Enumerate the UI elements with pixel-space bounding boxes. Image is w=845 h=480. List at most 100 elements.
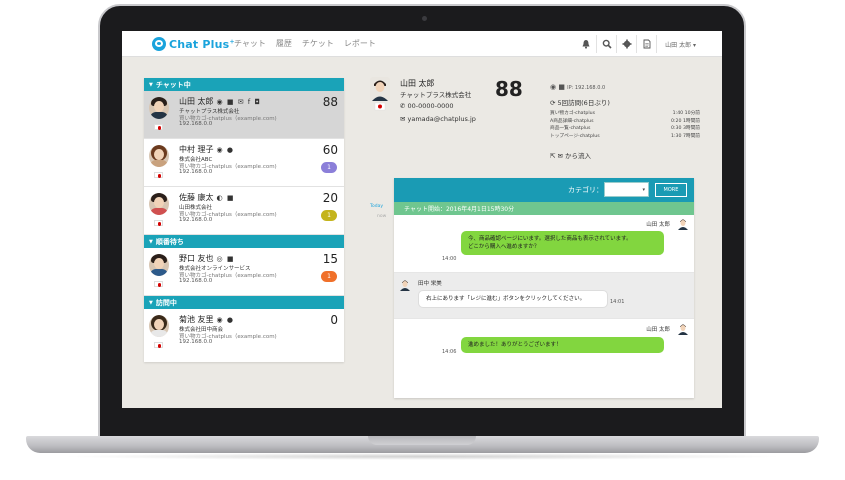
- detail-email[interactable]: ✉ yamada@chatplus.jp: [400, 115, 476, 123]
- avatar: [149, 315, 169, 337]
- top-navigation: Chat Plus+ チャット 履歴 チケット レポート 山田 太郎 ▾: [122, 31, 722, 57]
- visitor-row[interactable]: 佐藤 康太 ◐ ■ 山田株式会社 買い物カゴ-chatplus（example.c…: [144, 187, 344, 235]
- unread-badge: 1: [321, 162, 337, 173]
- laptop-shadow: [60, 453, 785, 460]
- page-history-item: A商品詳細-chatplus 0:20 1時間前: [550, 118, 700, 124]
- sender-avatar: [678, 323, 688, 335]
- refresh-icon: ⟳: [550, 99, 558, 107]
- nav-link-ticket[interactable]: チケット: [302, 38, 334, 49]
- nav-link-history[interactable]: 履歴: [276, 38, 292, 49]
- visitor-ip: 192.168.0.0: [179, 278, 213, 284]
- japan-flag-icon: [154, 124, 163, 130]
- device-icons: ◐ ■: [216, 194, 235, 202]
- search-icon[interactable]: [596, 35, 616, 53]
- avatar: [149, 254, 169, 276]
- gear-icon[interactable]: [616, 35, 636, 53]
- chat-start-bar: チャット開始：2016年4月1日15時30分: [394, 202, 694, 215]
- timeline-today: Today: [370, 204, 384, 209]
- visitor-row[interactable]: 野口 友也 ◎ ■ 株式会社オンラインサービス 買い物カゴ-chatplus（ex…: [144, 248, 344, 296]
- timeline-now: now: [377, 214, 387, 219]
- detail-referrer: ⇱ ✉ から流入: [550, 152, 592, 160]
- visitor-row[interactable]: 中村 理子 ◉ ● 株式会社ABC 買い物カゴ-chatplus（example.…: [144, 139, 344, 187]
- detail-visits: ⟳ 5回訪問(6日ぶり): [550, 99, 610, 107]
- message-sender: 山田 太郎: [646, 327, 670, 333]
- nav-right: 山田 太郎 ▾: [576, 35, 696, 53]
- detail-company: チャットプラス株式会社: [400, 91, 472, 99]
- visitor-score: 15: [322, 252, 338, 266]
- chatplus-logo[interactable]: Chat Plus+: [152, 36, 235, 52]
- section-label: 訪問中: [155, 298, 177, 307]
- device-icons: ◉ ●: [216, 316, 234, 324]
- section-label: 順番待ち: [155, 237, 184, 246]
- message-block: 田中 栄美 右上にあります「レジに進む」ボタンをクリックしてください。 14:0…: [394, 273, 694, 319]
- bell-icon[interactable]: [576, 35, 596, 53]
- logo-text: Chat Plus+: [169, 37, 235, 51]
- external-link-icon: ⇱ ✉: [550, 152, 566, 160]
- visitor-score: 60: [322, 143, 338, 157]
- detail-name: 山田 太郎: [400, 79, 435, 88]
- laptop-frame: Chat Plus+ チャット 履歴 チケット レポート 山田 太郎 ▾ ▼ チ…: [0, 0, 845, 480]
- message-sender: 山田 太郎: [646, 222, 670, 228]
- message-time: 14:00: [442, 256, 457, 262]
- visitor-detail: 山田 太郎 チャットプラス株式会社 ✆ 00-0000-0000 ✉ yamad…: [370, 73, 710, 173]
- section-header-chatting[interactable]: ▼ チャット中: [144, 78, 344, 91]
- message-block: 山田 太郎 進めました！ありがとうございます！ 14:06: [394, 319, 694, 369]
- visitor-name: 菊池 友里 ◉ ●: [179, 315, 234, 324]
- message-bubble: 進めました！ありがとうございます！: [461, 337, 664, 353]
- browser-icon: ◉ ■: [550, 83, 568, 91]
- page-history-item: 商品一覧-chatplus 0:30 3時間前: [550, 126, 700, 131]
- visitor-score: 0: [330, 313, 338, 327]
- visitor-row[interactable]: 山田 太郎 ◉ ■ ✉ f ◘ チャットプラス株式会社 買い物カゴ-chatplu…: [144, 91, 344, 139]
- chat-header: カテゴリ： ▾ MORE: [394, 178, 694, 202]
- visitor-score: 20: [322, 191, 338, 205]
- more-button[interactable]: MORE: [655, 183, 687, 197]
- device-icons: ◉ ●: [216, 146, 234, 154]
- chatplus-logo-icon: [152, 37, 166, 51]
- section-header-visiting[interactable]: ▼ 訪問中: [144, 296, 344, 309]
- detail-page-history: 買い物カゴ-chatplus 1:40 10分前 A商品詳細-chatplus 0:…: [550, 110, 700, 140]
- page-history-item: トップページ-chatplus 1:30 7時間前: [550, 133, 700, 139]
- app-screen: Chat Plus+ チャット 履歴 チケット レポート 山田 太郎 ▾ ▼ チ…: [122, 31, 722, 408]
- japan-flag-icon: [154, 281, 163, 287]
- message-sender: 田中 栄美: [418, 281, 442, 287]
- visitor-name: 佐藤 康太 ◐ ■: [179, 193, 235, 202]
- nav-link-report[interactable]: レポート: [344, 38, 376, 49]
- sender-avatar: [678, 218, 688, 230]
- detail-avatar: [370, 77, 390, 111]
- visitor-ip: 192.168.0.0: [179, 121, 213, 127]
- detail-phone: ✆ 00-0000-0000: [400, 102, 454, 110]
- section-label: チャット中: [155, 80, 191, 89]
- message-block: 山田 太郎 今、商品確認ページにいます。選択した商品も表示されています。 どこか…: [394, 215, 694, 273]
- visitor-row[interactable]: 菊池 友里 ◉ ● 株式会社田中商会 買い物カゴ-chatplus（example…: [144, 309, 344, 357]
- category-select[interactable]: ▾: [604, 182, 649, 197]
- nav-links: チャット 履歴 チケット レポート: [234, 38, 376, 49]
- category-label: カテゴリ：: [568, 186, 603, 194]
- nav-link-chat[interactable]: チャット: [234, 38, 266, 49]
- message-time: 14:01: [610, 299, 625, 305]
- device-icons: ◉ ■ ✉ f ◘: [216, 98, 262, 106]
- user-menu[interactable]: 山田 太郎 ▾: [656, 35, 696, 53]
- page-history-item: 買い物カゴ-chatplus 1:40 10分前: [550, 111, 700, 116]
- visitor-score: 88: [322, 95, 338, 109]
- avatar: [149, 193, 169, 215]
- section-header-waiting[interactable]: ▼ 順番待ち: [144, 235, 344, 248]
- message-bubble: 右上にあります「レジに進む」ボタンをクリックしてください。: [418, 290, 608, 308]
- visitor-name: 野口 友也 ◎ ■: [179, 254, 235, 263]
- phone-icon: ✆: [400, 102, 408, 110]
- document-icon[interactable]: [636, 35, 656, 53]
- detail-score: 88: [495, 77, 523, 101]
- visitor-name: 中村 理子 ◉ ●: [179, 145, 234, 154]
- japan-flag-icon: [154, 172, 163, 178]
- chat-panel: カテゴリ： ▾ MORE チャット開始：2016年4月1日15時30分 山田 太…: [394, 178, 694, 398]
- unread-badge: 1: [321, 271, 337, 282]
- detail-ip: ◉ ■ IP: 192.168.0.0: [550, 83, 606, 91]
- japan-flag-icon: [154, 342, 163, 348]
- message-bubble: 今、商品確認ページにいます。選択した商品も表示されています。 どこから購入へ進め…: [461, 231, 664, 255]
- avatar: [149, 97, 169, 119]
- visitor-ip: 192.168.0.0: [179, 169, 213, 175]
- visitor-ip: 192.168.0.0: [179, 217, 213, 223]
- visitor-list-panel: ▼ チャット中 山田 太郎 ◉ ■ ✉ f ◘ チャットプラス株式会社 買い物カゴ-…: [144, 78, 344, 362]
- mail-icon: ✉: [400, 115, 408, 123]
- japan-flag-icon: [154, 220, 163, 226]
- timeline: Today now: [370, 202, 386, 222]
